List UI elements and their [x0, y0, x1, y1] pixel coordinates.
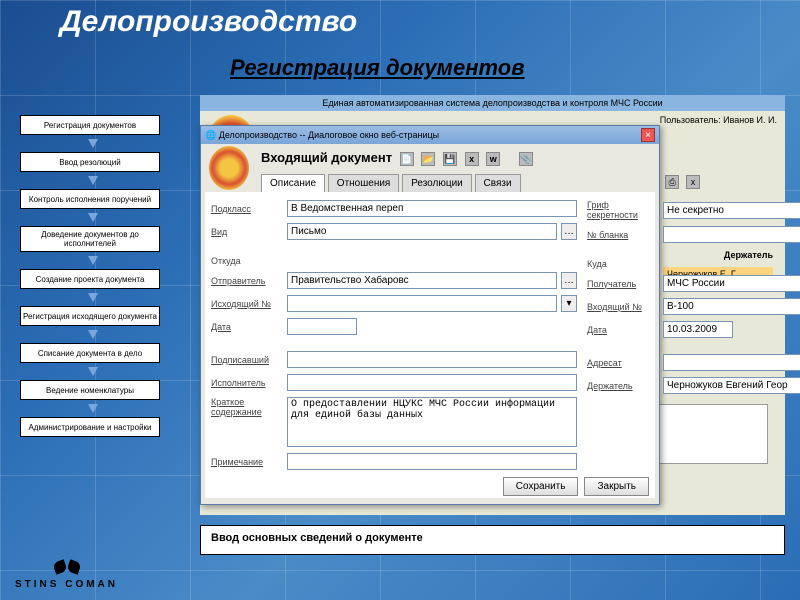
sender-input[interactable]	[287, 272, 557, 289]
page-title: Делопроизводство	[60, 5, 357, 39]
holder-input[interactable]	[663, 377, 800, 394]
tab-description[interactable]: Описание	[261, 174, 325, 192]
sidebar-step-writeoff[interactable]: Списание документа в дело	[20, 343, 160, 363]
note-label: Примечание	[211, 457, 283, 467]
type-input[interactable]	[287, 223, 557, 240]
arrow-down-icon	[88, 213, 98, 222]
sidebar-step-deliver[interactable]: Доведение документов до исполнителей	[20, 226, 160, 252]
dialog-title-text: 🌐 Делопроизводство -- Диалоговое окно ве…	[205, 130, 439, 141]
caption-bar: Ввод основных сведений о документе	[200, 525, 785, 555]
page-subtitle: Регистрация документов	[230, 55, 524, 81]
date-label: Дата	[211, 322, 283, 332]
to-label: Куда	[587, 259, 659, 269]
lookup-icon[interactable]: …	[561, 223, 577, 240]
close-icon[interactable]: ×	[641, 128, 655, 142]
arrow-down-icon	[88, 404, 98, 413]
print-icon[interactable]: ⎙	[665, 175, 679, 189]
sidebar-step-register[interactable]: Регистрация документов	[20, 115, 160, 135]
vendor-logo: STINS COMAN	[15, 557, 118, 590]
arrow-down-icon	[88, 293, 98, 302]
date-input[interactable]	[287, 318, 357, 335]
close-button[interactable]: Закрыть	[584, 477, 649, 496]
left-column: Подкласс Вид … Откуда Отправитель … Исхо…	[211, 200, 577, 490]
sidebar-step-outgoing[interactable]: Регистрация исходящего документа	[20, 306, 160, 326]
dialog-tabs: Описание Отношения Резолюции Связи	[201, 174, 659, 192]
outnum-label: Исходящий №	[211, 299, 283, 309]
word-icon[interactable]: w	[486, 152, 500, 166]
arrow-down-icon	[88, 139, 98, 148]
right-column: Гриф секретности № бланка Куда Получател…	[587, 200, 800, 490]
logo-icon	[52, 557, 82, 577]
vendor-name: STINS COMAN	[15, 579, 118, 590]
sidebar-step-admin[interactable]: Администрирование и настройки	[20, 417, 160, 437]
innum-input[interactable]	[663, 298, 800, 315]
lookup-icon[interactable]: …	[561, 272, 577, 289]
arrow-down-icon	[88, 256, 98, 265]
sidebar-step-control[interactable]: Контроль исполнения поручений	[20, 189, 160, 209]
save-button[interactable]: Сохранить	[503, 477, 579, 496]
addressee-input[interactable]	[663, 354, 800, 371]
summary-label: Краткое содержание	[211, 397, 283, 417]
executor-input[interactable]	[287, 374, 577, 391]
save-icon[interactable]: 💾	[443, 152, 457, 166]
arrow-down-icon	[88, 176, 98, 185]
outnum-input[interactable]	[287, 295, 557, 312]
tab-resolutions[interactable]: Резолюции	[402, 174, 472, 192]
excel-icon[interactable]: x	[686, 175, 700, 189]
tab-links[interactable]: Связи	[475, 174, 521, 192]
recipient-label: Получатель	[587, 279, 659, 289]
dialog-titlebar: 🌐 Делопроизводство -- Диалоговое окно ве…	[201, 126, 659, 144]
sidebar-step-draft[interactable]: Создание проекта документа	[20, 269, 160, 289]
user-info: Пользователь: Иванов И. И.	[660, 115, 777, 125]
type-label: Вид	[211, 227, 283, 237]
excel-icon[interactable]: x	[465, 152, 479, 166]
open-icon[interactable]: 📂	[421, 152, 435, 166]
sidebar-step-nomenclature[interactable]: Ведение номенклатуры	[20, 380, 160, 400]
app-header: Единая автоматизированная система делопр…	[200, 95, 785, 111]
dialog-body: Подкласс Вид … Откуда Отправитель … Исхо…	[205, 192, 655, 498]
crest-icon	[209, 146, 249, 190]
addressee-label: Адресат	[587, 358, 659, 368]
arrow-down-icon	[88, 367, 98, 376]
workflow-sidebar: Регистрация документов Ввод резолюций Ко…	[20, 115, 165, 441]
incoming-document-dialog: 🌐 Делопроизводство -- Диалоговое окно ве…	[200, 125, 660, 505]
calendar-icon[interactable]: ▾	[561, 295, 577, 312]
subclass-label: Подкласс	[211, 204, 283, 214]
dialog-header: Входящий документ 📄 📂 💾 x w 📎	[201, 144, 659, 174]
blank-label: № бланка	[587, 230, 659, 240]
innum-label: Входящий №	[587, 302, 659, 312]
sidebar-step-resolution[interactable]: Ввод резолюций	[20, 152, 160, 172]
signer-input[interactable]	[287, 351, 577, 368]
blank-input[interactable]	[663, 226, 800, 243]
summary-input[interactable]	[287, 397, 577, 447]
secrecy-label: Гриф секретности	[587, 200, 659, 220]
tab-relations[interactable]: Отношения	[328, 174, 400, 192]
recipient-input[interactable]	[663, 275, 800, 292]
note-input[interactable]	[287, 453, 577, 470]
dialog-footer: Сохранить Закрыть	[503, 477, 649, 496]
date2-label: Дата	[587, 325, 659, 335]
from-label: Откуда	[211, 256, 283, 266]
ie-icon: 🌐	[205, 130, 216, 140]
executor-label: Исполнитель	[211, 378, 283, 388]
new-icon[interactable]: 📄	[400, 152, 414, 166]
secrecy-input[interactable]	[663, 202, 800, 219]
holder-label: Держатель	[587, 381, 659, 391]
subclass-input[interactable]	[287, 200, 577, 217]
signer-label: Подписавший	[211, 355, 283, 365]
attach-icon[interactable]: 📎	[519, 152, 533, 166]
sender-label: Отправитель	[211, 276, 283, 286]
date2-input[interactable]	[663, 321, 733, 338]
arrow-down-icon	[88, 330, 98, 339]
dialog-heading: Входящий документ	[261, 150, 392, 165]
